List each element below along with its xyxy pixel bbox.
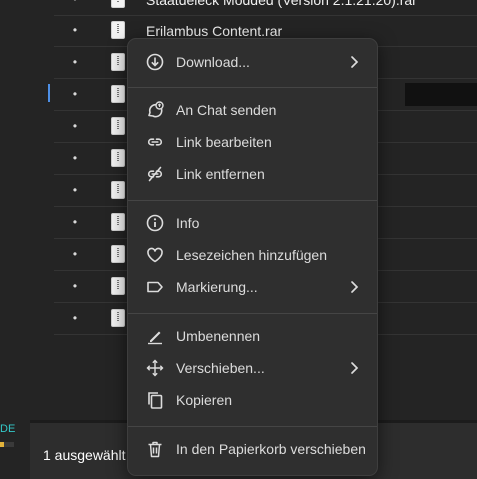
row-bullet: • (72, 119, 78, 133)
copy-icon (146, 391, 164, 409)
chat-send-icon (146, 101, 164, 119)
sidebar: DE (0, 0, 30, 479)
file-name: Erilambus Content.rar (146, 23, 283, 39)
menu-item-markierung[interactable]: Markierung... (128, 272, 377, 302)
chevron-right-icon (350, 55, 359, 69)
archive-file-icon (111, 309, 125, 327)
menu-item-umbenennen[interactable]: Umbenennen (128, 321, 377, 351)
file-name: Staatdeleck Modded (Version 2.1.21.20).r… (146, 0, 417, 8)
row-bullet: • (72, 183, 78, 197)
menu-separator (128, 313, 377, 314)
archive-file-icon (111, 181, 125, 199)
focus-indicator (48, 84, 50, 102)
trash-icon (146, 440, 164, 458)
heart-icon (146, 246, 164, 264)
menu-separator (128, 426, 377, 427)
sidebar-progress-bar (0, 442, 14, 447)
link-icon (146, 133, 164, 151)
menu-item-label: Markierung... (176, 279, 258, 295)
menu-item-info[interactable]: Info (128, 208, 377, 238)
row-bullet: • (72, 55, 78, 69)
archive-file-icon (111, 245, 125, 263)
menu-item-lesezeichen-hinzufügen[interactable]: Lesezeichen hinzufügen (128, 240, 377, 270)
archive-file-icon (111, 277, 125, 295)
row-bullet: • (72, 279, 78, 293)
archive-file-icon (111, 117, 125, 135)
menu-item-label: Verschieben... (176, 360, 265, 376)
menu-item-download[interactable]: Download... (128, 47, 377, 77)
move-icon (146, 359, 164, 377)
selection-count: 1 ausgewählt (43, 447, 126, 463)
chevron-right-icon (350, 361, 359, 375)
menu-item-an-chat-senden[interactable]: An Chat senden (128, 95, 377, 125)
row-bullet: • (72, 215, 78, 229)
archive-file-icon (111, 213, 125, 231)
menu-item-label: Kopieren (176, 392, 233, 408)
menu-item-label: Link entfernen (176, 166, 265, 182)
menu-item-link-entfernen[interactable]: Link entfernen (128, 159, 377, 189)
row-bullet: • (72, 23, 78, 37)
archive-file-icon (111, 0, 125, 8)
sidebar-progress-fill (0, 442, 5, 447)
menu-item-label: In den Papierkorb verschieben (176, 441, 366, 457)
menu-item-label: Umbenennen (176, 328, 261, 344)
row-bullet: • (72, 311, 78, 325)
menu-item-label: An Chat senden (176, 102, 277, 118)
archive-file-icon (111, 53, 125, 71)
menu-item-label: Info (176, 215, 200, 231)
download-icon (146, 53, 164, 71)
menu-item-label: Link bearbeiten (176, 134, 272, 150)
row-bullet: • (69, 0, 81, 5)
menu-item-label: Lesezeichen hinzufügen (176, 247, 328, 263)
row-bullet: • (72, 247, 78, 261)
sidebar-badge: DE (0, 423, 16, 435)
menu-item-in-den-papierkorb-verschieben[interactable]: In den Papierkorb verschieben (128, 434, 377, 464)
archive-file-icon (111, 85, 125, 103)
file-row[interactable]: • Staatdeleck Modded (Version 2.1.21.20).… (54, 0, 477, 16)
menu-separator (128, 200, 377, 201)
info-icon (146, 214, 164, 232)
menu-item-label: Download... (176, 54, 250, 70)
tag-icon (146, 278, 164, 296)
menu-item-verschieben[interactable]: Verschieben... (128, 353, 377, 383)
row-bullet: • (72, 87, 78, 101)
chevron-right-icon (350, 280, 359, 294)
menu-item-link-bearbeiten[interactable]: Link bearbeiten (128, 127, 377, 157)
context-menu: Download... An Chat senden Link bearbeiten… (127, 38, 378, 476)
menu-separator (128, 87, 377, 88)
pencil-icon (146, 327, 164, 345)
row-bullet: • (72, 151, 78, 165)
menu-item-kopieren[interactable]: Kopieren (128, 385, 377, 415)
archive-file-icon (111, 149, 125, 167)
link-remove-icon (146, 165, 164, 183)
archive-file-icon (111, 21, 125, 39)
